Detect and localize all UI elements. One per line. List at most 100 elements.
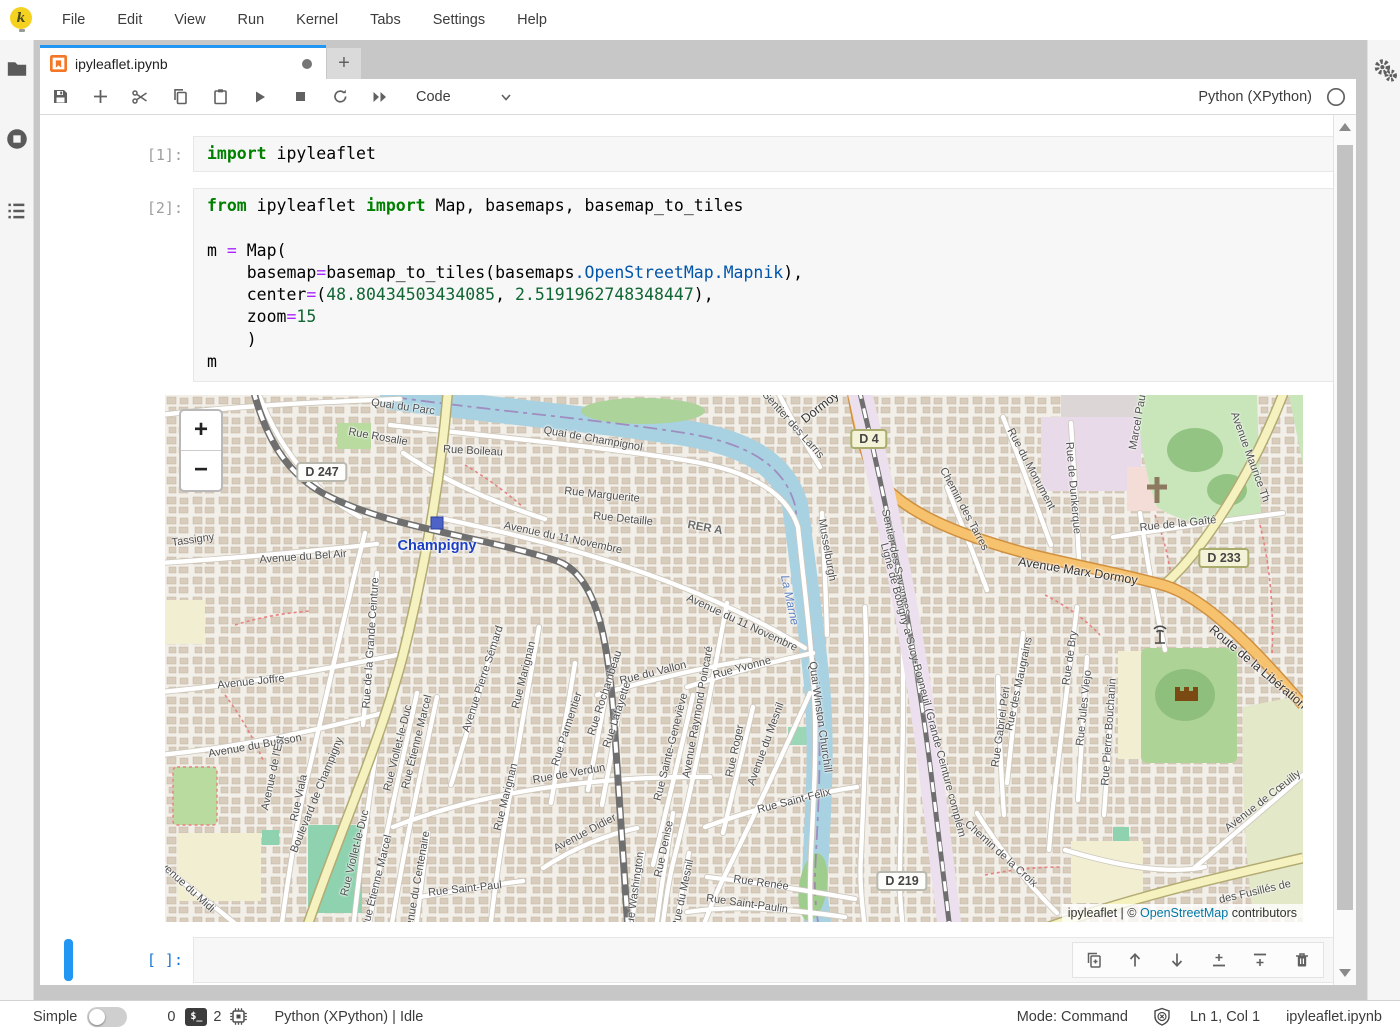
move-cell-up-icon[interactable] xyxy=(1126,951,1144,969)
right-sidebar xyxy=(1367,40,1400,1000)
menu-file[interactable]: File xyxy=(46,0,101,40)
code-line[interactable]: import ipyleaflet xyxy=(207,143,1347,165)
table-of-contents-icon[interactable] xyxy=(6,200,28,222)
menu-edit[interactable]: Edit xyxy=(101,0,158,40)
menu-settings[interactable]: Settings xyxy=(417,0,501,40)
road-ref-badge: D 219 xyxy=(876,871,927,891)
toggle-knob xyxy=(89,1009,105,1025)
tab-ipyleaflet-notebook[interactable]: ipyleaflet.ipynb xyxy=(40,45,326,79)
notebook-panel: [1]: import ipyleaflet [2]: from ipyleaf… xyxy=(40,115,1356,985)
code-line[interactable]: center=(48.80434503434085, 2.51919627483… xyxy=(207,284,1347,306)
code-line[interactable]: m xyxy=(207,351,1347,373)
paste-cells-button[interactable] xyxy=(200,82,240,112)
interrupt-kernel-button[interactable] xyxy=(280,82,320,112)
code-token: Map( xyxy=(237,241,287,260)
kernel-name-button[interactable]: Python (XPython) xyxy=(1198,89,1312,105)
move-cell-down-icon[interactable] xyxy=(1168,951,1186,969)
notebook-toolbar: Code Python (XPython) xyxy=(40,79,1356,115)
cell1-editor[interactable]: import ipyleaflet xyxy=(193,136,1348,172)
save-button[interactable] xyxy=(40,82,80,112)
scrollbar-thumb[interactable] xyxy=(1337,145,1353,910)
duplicate-cell-icon[interactable] xyxy=(1085,951,1103,969)
running-kernels-icon[interactable] xyxy=(6,128,28,150)
code-token: .OpenStreetMap xyxy=(575,263,714,282)
notebook-scrollbar[interactable] xyxy=(1333,115,1356,985)
code-token: import xyxy=(366,196,426,215)
insert-cell-below-icon[interactable] xyxy=(1251,951,1269,969)
left-sidebar xyxy=(0,40,34,1000)
code-token: = xyxy=(227,241,237,260)
restart-kernel-button[interactable] xyxy=(320,82,360,112)
property-inspector-gears-icon[interactable] xyxy=(1372,58,1398,84)
code-token: basemap_to_tiles(basemaps xyxy=(326,263,574,282)
station-marker xyxy=(431,517,444,530)
zoom-in-button[interactable]: + xyxy=(181,411,221,450)
scrollbar-down-arrow[interactable] xyxy=(1339,969,1351,977)
code-token: ) xyxy=(207,330,257,349)
map-zoom-control: + − xyxy=(179,409,223,492)
terminal-icon[interactable]: $_ xyxy=(185,1008,207,1026)
status-bar: Simple 0 $_ 2 Python (XPython) | Idle Mo… xyxy=(0,1000,1400,1032)
leaflet-map[interactable]: + − Quai du ParcQuai de ChampignolRue Ro… xyxy=(165,395,1303,922)
code-token: ipyleaflet xyxy=(267,144,376,163)
code-line[interactable]: basemap=basemap_to_tiles(basemaps.OpenSt… xyxy=(207,262,1347,284)
tab-modified-dot[interactable] xyxy=(302,59,312,69)
code-token: = xyxy=(306,285,316,304)
notebook-trust-shield-icon[interactable] xyxy=(1152,1007,1172,1027)
menu-kernel[interactable]: Kernel xyxy=(280,0,354,40)
castle-icon xyxy=(1175,687,1198,701)
city-label-champigny: Champigny xyxy=(398,538,477,554)
new-tab-button[interactable]: + xyxy=(327,48,361,79)
insert-cell-above-icon[interactable] xyxy=(1210,951,1228,969)
code-token: .Mapnik xyxy=(714,263,784,282)
code-token: center xyxy=(207,285,306,304)
code-line[interactable] xyxy=(207,217,1347,239)
cell2-editor[interactable]: from ipyleaflet import Map, basemaps, ba… xyxy=(193,188,1348,382)
kernel-chip-icon[interactable] xyxy=(229,1007,248,1026)
cut-cells-button[interactable] xyxy=(120,82,160,112)
menu-run[interactable]: Run xyxy=(222,0,281,40)
code-line[interactable]: zoom=15 xyxy=(207,306,1347,328)
simple-mode-label: Simple xyxy=(33,1009,77,1025)
file-browser-icon[interactable] xyxy=(6,58,28,80)
kernel-status-text[interactable]: Python (XPython) | Idle xyxy=(274,1009,423,1025)
cursor-position[interactable]: Ln 1, Col 1 xyxy=(1190,1009,1260,1025)
code-token: = xyxy=(316,263,326,282)
add-cell-button[interactable] xyxy=(80,82,120,112)
code-token: Map, basemaps, basemap_to_tiles xyxy=(426,196,744,215)
code-token: 48.80434503434085 xyxy=(326,285,495,304)
delete-cell-trash-icon[interactable] xyxy=(1293,951,1311,969)
openstreetmap-link[interactable]: OpenStreetMap xyxy=(1140,906,1228,920)
terminals-count: 0 xyxy=(167,1009,175,1025)
notebook-file-icon xyxy=(50,55,67,72)
kernel-area: Python (XPython) xyxy=(1198,87,1346,107)
tab-title: ipyleaflet.ipynb xyxy=(75,56,302,72)
menu-bar: k FileEditViewRunKernelTabsSettingsHelp xyxy=(0,0,1400,40)
code-line[interactable]: m = Map( xyxy=(207,240,1347,262)
restart-run-all-button[interactable] xyxy=(360,82,400,112)
status-file-name: ipyleaflet.ipynb xyxy=(1286,1009,1382,1025)
code-token: ), xyxy=(694,285,714,304)
code-line[interactable]: ) xyxy=(207,329,1347,351)
attribution-suffix: contributors xyxy=(1228,906,1297,920)
code-token: ipyleaflet xyxy=(247,196,366,215)
scrollbar-up-arrow[interactable] xyxy=(1339,123,1351,131)
cell-type-dropdown[interactable]: Code xyxy=(416,89,513,105)
run-cell-button[interactable] xyxy=(240,82,280,112)
menu-help[interactable]: Help xyxy=(501,0,563,40)
code-line[interactable]: from ipyleaflet import Map, basemaps, ba… xyxy=(207,195,1347,217)
jupyterlite-logo-icon[interactable]: k xyxy=(10,7,32,29)
map-attribution: ipyleaflet | © OpenStreetMap contributor… xyxy=(1062,904,1303,922)
copy-cells-button[interactable] xyxy=(160,82,200,112)
command-mode-indicator[interactable]: Mode: Command xyxy=(1017,1009,1128,1025)
code-token: 15 xyxy=(296,307,316,326)
code-token: m xyxy=(207,352,217,371)
zoom-out-button[interactable]: − xyxy=(181,450,221,490)
code-token: = xyxy=(286,307,296,326)
menu-tabs[interactable]: Tabs xyxy=(354,0,417,40)
menu-view[interactable]: View xyxy=(158,0,221,40)
kernel-status-idle-icon[interactable] xyxy=(1326,87,1346,107)
simple-mode-toggle[interactable] xyxy=(87,1007,127,1027)
active-cell-indicator xyxy=(64,939,73,981)
code-token: zoom xyxy=(207,307,286,326)
